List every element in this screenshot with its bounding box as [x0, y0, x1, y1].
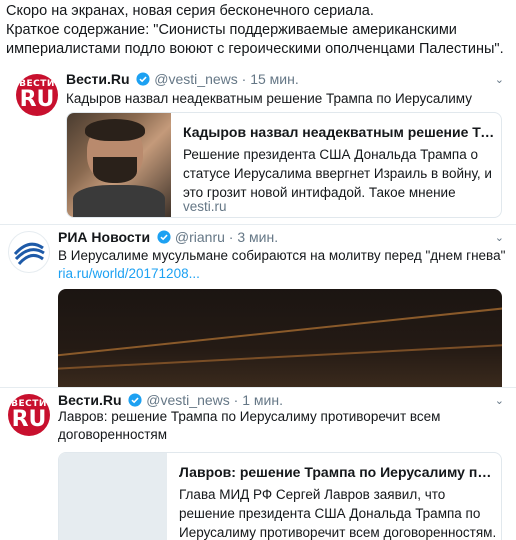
post-body: Скоро на экранах, новая серия бесконечно… [6, 2, 512, 59]
avatar-logo-bottom: RU [11, 407, 47, 432]
embedded-tweet-3[interactable]: ВЕСТИ RU Вести.Ru @vesti_news · 1 мин. ⌄… [0, 388, 516, 540]
card-domain: vesti.ru [183, 199, 227, 214]
verified-badge-icon [157, 230, 171, 248]
chevron-down-icon[interactable]: ⌄ [495, 394, 504, 407]
timestamp[interactable]: 1 мин. [242, 392, 283, 408]
separator: · [233, 392, 239, 408]
avatar[interactable]: ВЕСТИ RU [16, 74, 58, 116]
author-name[interactable]: РИА Новости [58, 229, 150, 245]
embedded-tweet-1[interactable]: ВЕСТИ RU Вести.Ru @vesti_news · 15 мин. … [0, 66, 516, 224]
separator: · [241, 71, 247, 87]
card-title: Лавров: решение Трампа по Иерусалиму про… [179, 464, 495, 480]
tweet-link[interactable]: ria.ru/world/20171208... [58, 265, 200, 283]
author-handle[interactable]: @vesti_news [154, 71, 237, 87]
tweet-header: РИА Новости @rianru · 3 мин. [58, 228, 278, 248]
link-card[interactable]: Лавров: решение Трампа по Иерусалиму про… [58, 452, 502, 540]
card-description: Решение президента США Дональда Трампа о… [183, 147, 492, 200]
tweet-text: Лавров: решение Трампа по Иерусалиму про… [58, 409, 441, 442]
avatar[interactable]: ВЕСТИ RU [8, 394, 50, 436]
chevron-down-icon[interactable]: ⌄ [495, 231, 504, 244]
timestamp[interactable]: 15 мин. [250, 71, 299, 87]
author-name[interactable]: Вести.Ru [58, 392, 122, 408]
separator: · [228, 229, 234, 245]
tweet-text: В Иерусалиме мусульмане собираются на мо… [58, 248, 506, 263]
post-line-2: Краткое содержание: "Сионисты поддержива… [6, 22, 504, 57]
embedded-tweet-2[interactable]: РИА Новости @rianru · 3 мин. ⌄ В Иерусал… [0, 225, 516, 387]
card-description: Глава МИД РФ Сергей Лавров заявил, что р… [179, 487, 497, 540]
post-line-1: Скоро на экранах, новая серия бесконечно… [6, 3, 374, 19]
media-image[interactable] [58, 289, 502, 387]
timestamp[interactable]: 3 мин. [237, 229, 278, 245]
avatar-logo-bottom: RU [19, 87, 55, 112]
author-name[interactable]: Вести.Ru [66, 71, 130, 87]
card-title: Кадыров назвал неадекватным решение Трам… [183, 124, 495, 140]
verified-badge-icon [136, 72, 150, 90]
link-card[interactable]: Кадыров назвал неадекватным решение Трам… [66, 112, 502, 218]
card-image-placeholder [59, 453, 167, 540]
tweet-header: Вести.Ru @vesti_news · 15 мин. [66, 70, 299, 90]
author-handle[interactable]: @vesti_news [146, 392, 229, 408]
chevron-down-icon[interactable]: ⌄ [495, 73, 504, 86]
avatar[interactable] [8, 231, 50, 273]
author-handle[interactable]: @rianru [175, 229, 225, 245]
card-image [67, 113, 171, 217]
ria-logo-icon [10, 233, 48, 271]
tweet-text: Кадыров назвал неадекватным решение Трам… [66, 91, 472, 106]
